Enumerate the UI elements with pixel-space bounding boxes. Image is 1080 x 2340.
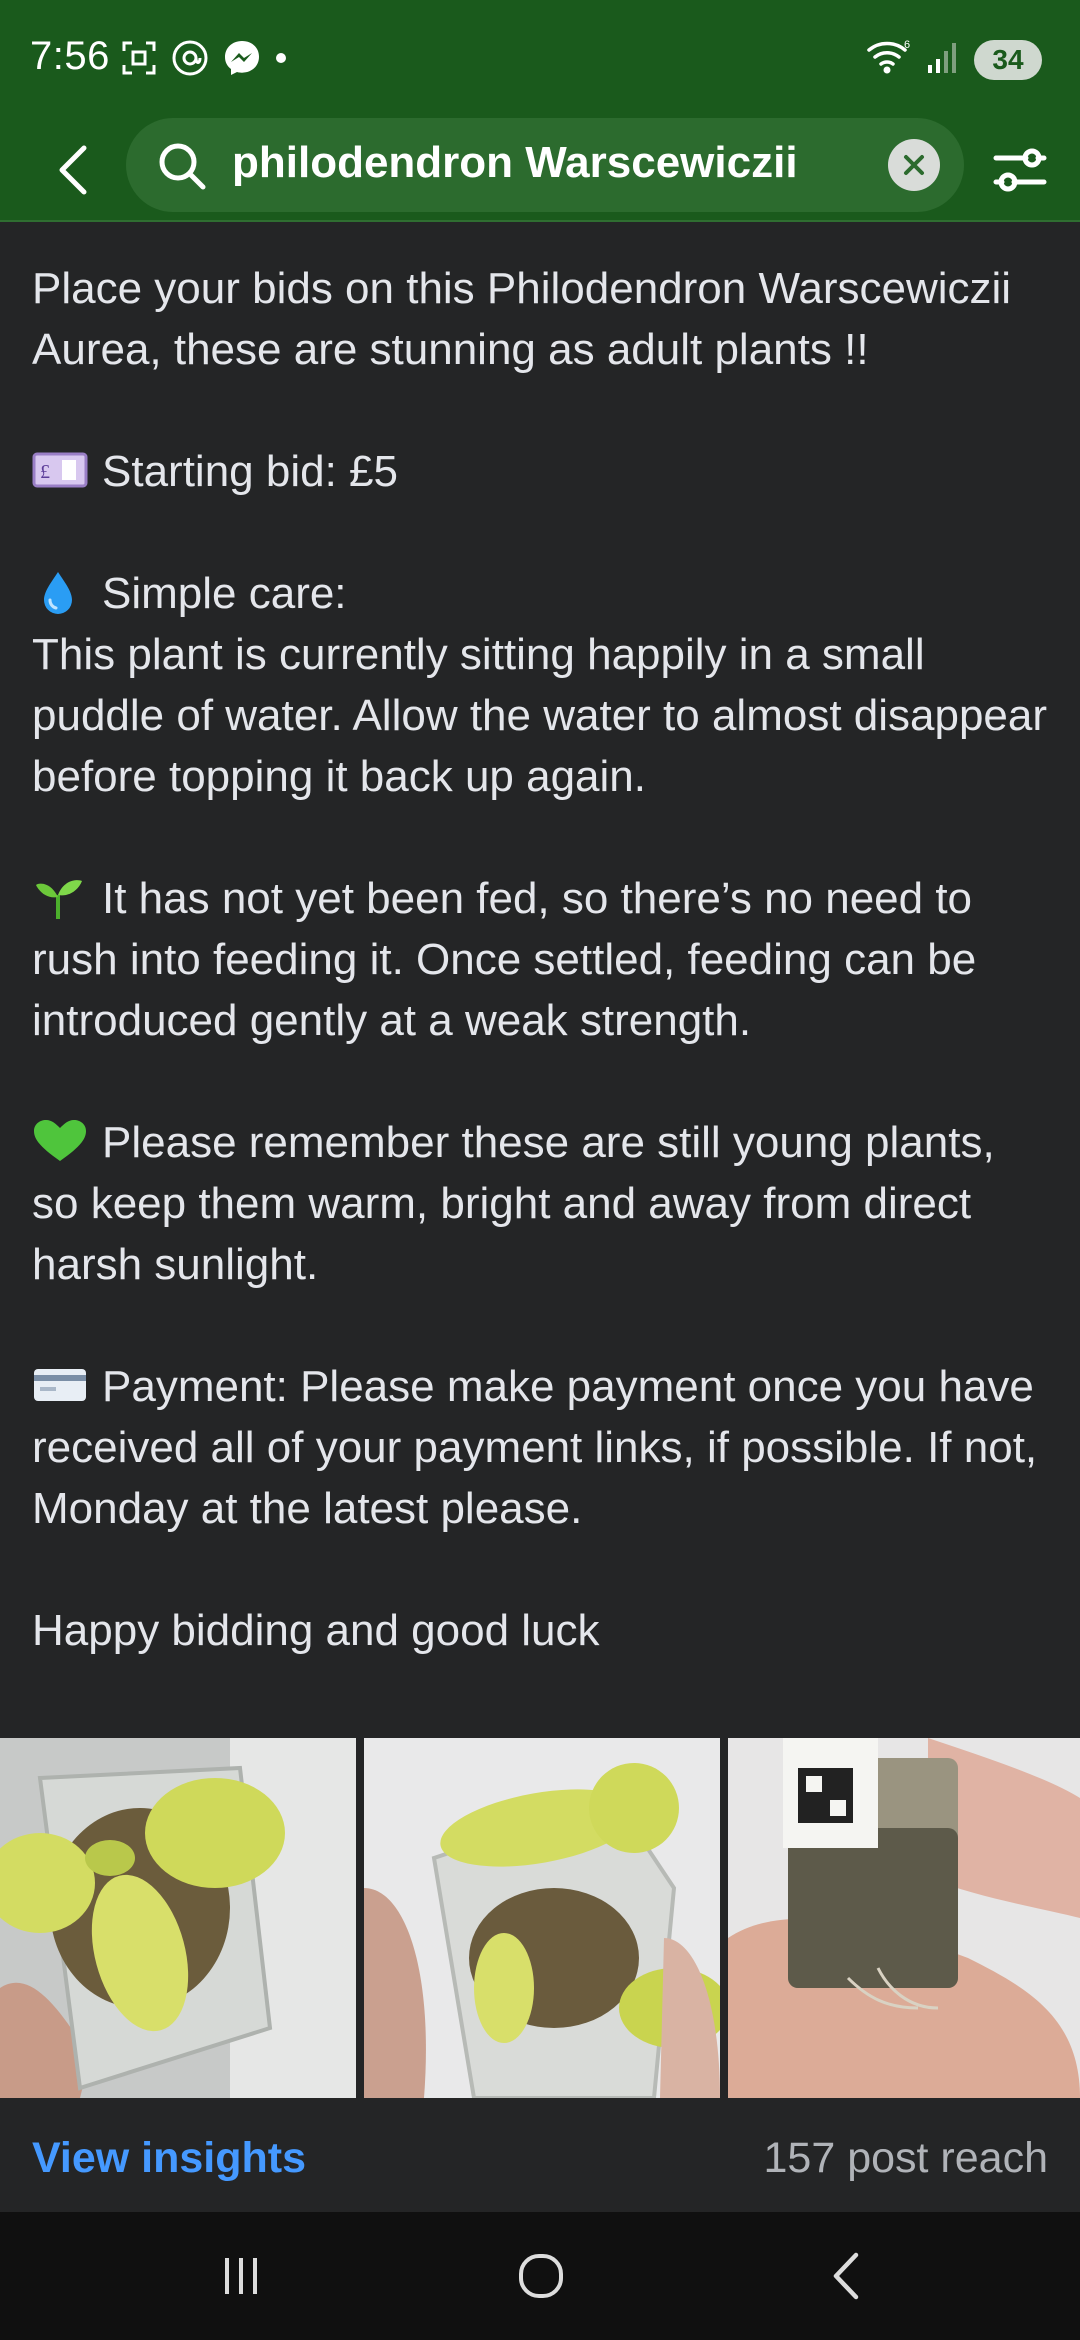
post-feeding-line: It has not yet been fed, so there’s no n… — [32, 868, 1052, 1051]
signal-icon — [926, 39, 960, 80]
plant-photo-1[interactable] — [0, 1738, 356, 2098]
filter-icon[interactable] — [990, 140, 1050, 200]
messenger-icon — [222, 38, 262, 83]
home-icon — [519, 2254, 563, 2298]
view-insights-link[interactable]: View insights — [32, 2134, 306, 2183]
post-text: Place your bids on this Philodendron War… — [32, 258, 1052, 1661]
post-photos — [0, 1738, 1080, 2098]
post-care-block: Simple care: This plant is currently sit… — [32, 563, 1052, 807]
screenshot-icon — [120, 39, 158, 82]
payment-text: Payment: Please make payment once you ha… — [32, 1362, 1038, 1533]
pound-banknote-icon: £ — [32, 452, 88, 488]
arrow-left-icon — [59, 145, 87, 195]
droplet-icon — [44, 572, 72, 614]
search-icon — [159, 143, 206, 190]
svg-text:6: 6 — [904, 39, 910, 51]
post-young-plants-line: Please remember these are still young pl… — [32, 1112, 1052, 1295]
close-icon — [904, 155, 924, 175]
clear-search-button[interactable] — [888, 139, 940, 191]
starting-bid: Starting bid: £5 — [102, 447, 398, 496]
recent-apps-button[interactable] — [196, 2236, 286, 2316]
status-bar: 7:56 6 34 — [0, 0, 1080, 118]
nav-back-button[interactable] — [800, 2236, 890, 2316]
svg-text:£: £ — [40, 461, 50, 483]
status-time: 7:56 — [30, 34, 110, 78]
plant-photo-3[interactable] — [728, 1738, 1080, 2098]
post-reach: 157 post reach — [763, 2134, 1048, 2182]
search-query[interactable]: philodendron Warscewiczii — [232, 138, 798, 188]
system-nav-bar — [0, 2212, 1080, 2340]
care-text: This plant is currently sitting happily … — [32, 630, 1048, 801]
battery-icon: 34 — [974, 39, 1042, 80]
back-button[interactable] — [42, 136, 102, 204]
post-payment-line: Payment: Please make payment once you ha… — [32, 1356, 1052, 1539]
status-icons-left — [120, 38, 288, 83]
credit-card-icon — [34, 1369, 86, 1401]
care-heading: Simple care: — [102, 569, 347, 618]
post-footer: View insights 157 post reach — [0, 2098, 1080, 2212]
feeding-text: It has not yet been fed, so there’s no n… — [32, 874, 977, 1045]
notification-dot-icon — [274, 51, 288, 70]
post-intro: Place your bids on this Philodendron War… — [32, 264, 1012, 374]
status-icons-right: 6 34 — [866, 38, 1042, 81]
nav-back-icon — [833, 2252, 859, 2300]
seedling-icon — [36, 880, 82, 919]
young-plants-text: Please remember these are still young pl… — [32, 1118, 995, 1289]
search-header: philodendron Warscewiczii — [0, 118, 1080, 222]
recent-apps-icon — [225, 2258, 257, 2294]
post-starting-bid-line: £ Starting bid: £5 — [32, 441, 1052, 502]
closing-text: Happy bidding and good luck — [32, 1606, 600, 1655]
wifi-icon: 6 — [866, 38, 912, 81]
home-button[interactable] — [496, 2236, 586, 2316]
plant-photo-2[interactable] — [364, 1738, 720, 2098]
search-field[interactable]: philodendron Warscewiczii — [126, 118, 964, 212]
threads-icon — [170, 38, 210, 83]
green-heart-icon — [34, 1120, 86, 1161]
